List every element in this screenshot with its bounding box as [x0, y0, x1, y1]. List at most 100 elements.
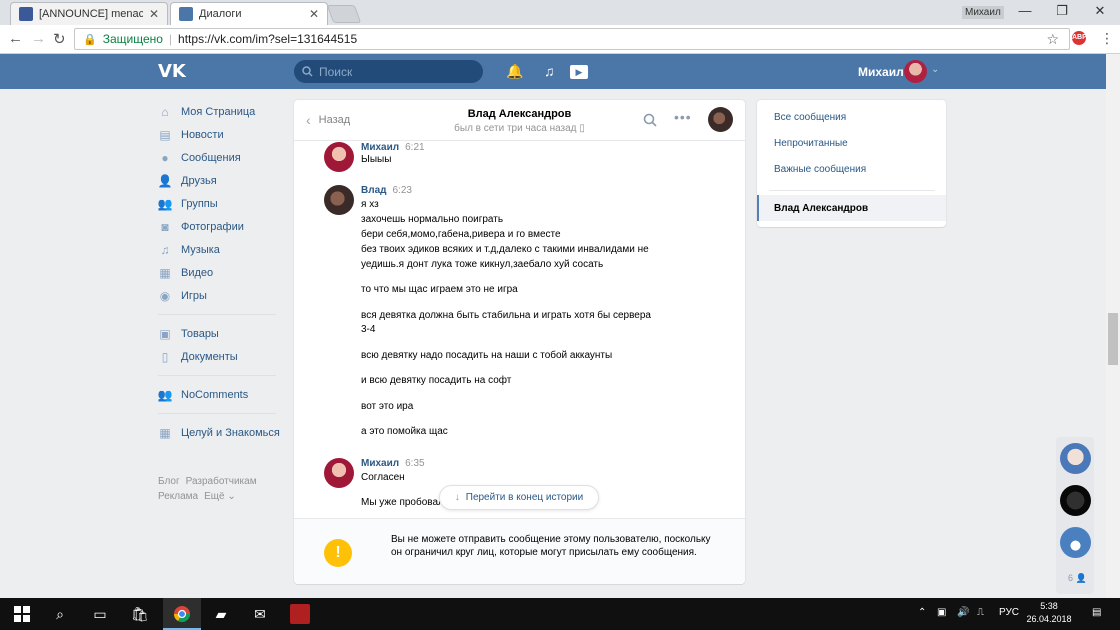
adblock-extension-icon[interactable]: ABP: [1072, 31, 1087, 45]
tray-app-icon[interactable]: ▣: [937, 607, 946, 618]
nav-label: Товары: [181, 327, 219, 340]
footer-link-more[interactable]: Ещё ⌄: [204, 491, 236, 502]
url-text[interactable]: https://vk.com/im?sel=131644515: [178, 32, 357, 46]
windows-start-icon[interactable]: [12, 604, 32, 624]
close-tab-icon[interactable]: ✕: [149, 7, 159, 21]
message-text: вся девятка должна быть стабильна и игра…: [361, 310, 651, 321]
forward-arrow-icon[interactable]: →: [31, 30, 46, 47]
search-icon[interactable]: ⌕: [50, 604, 70, 624]
notifications-center-icon[interactable]: ▤: [1092, 607, 1101, 618]
back-arrow-icon[interactable]: ←: [8, 30, 23, 47]
new-tab-button[interactable]: [326, 5, 362, 23]
header-avatar[interactable]: [904, 60, 927, 83]
more-actions-icon[interactable]: •••: [674, 109, 692, 125]
dialog-header: ‹ Назад Влад Александров был в сети три …: [294, 100, 745, 141]
footer-link-ads[interactable]: Реклама: [158, 491, 198, 502]
scrollbar-thumb[interactable]: [1108, 313, 1118, 365]
nav-item-music[interactable]: ♫ Музыка: [158, 238, 288, 261]
search-icon: [302, 66, 313, 77]
clock-date: 26.04.2018: [1026, 614, 1072, 624]
nav-item-docs[interactable]: ▯ Документы: [158, 345, 288, 368]
peer-avatar[interactable]: [708, 107, 733, 132]
nav-item-messages[interactable]: ● Сообщения: [158, 146, 288, 169]
more-chats-count[interactable]: 6 👤: [1068, 573, 1087, 584]
system-clock[interactable]: 5:38 26.04.2018: [1026, 600, 1072, 626]
message-time[interactable]: 6:21: [405, 142, 424, 153]
message-text: захочешь нормально поиграть: [361, 214, 504, 225]
close-tab-icon[interactable]: ✕: [309, 7, 319, 21]
games-icon: ◉: [159, 288, 171, 303]
browser-menu-icon[interactable]: ⋮: [1100, 30, 1114, 47]
messages-icon: ●: [161, 150, 169, 165]
nav-item-app[interactable]: ▦ Целуй и Знакомься: [158, 421, 288, 444]
minimize-icon[interactable]: —: [1005, 3, 1045, 18]
chat-avatar[interactable]: [1060, 527, 1091, 558]
author-name[interactable]: Михаил: [361, 142, 399, 153]
vk-logo[interactable]: VK: [158, 61, 186, 82]
notifications-bell-icon[interactable]: 🔔: [506, 63, 523, 80]
nav-label: Музыка: [181, 243, 220, 256]
jump-to-end-button[interactable]: ↓ Перейти в конец истории: [439, 485, 599, 510]
nav-item-groups[interactable]: 👥 Группы: [158, 192, 288, 215]
chevron-down-icon[interactable]: ⌄: [931, 64, 939, 75]
message-text: то что мы щас играем это не игра: [361, 284, 518, 295]
nav-item-my-page[interactable]: ⌂ Моя Страница: [158, 100, 288, 123]
author-name[interactable]: Михаил: [361, 458, 399, 469]
tab-dialogs[interactable]: Диалоги ✕: [170, 2, 328, 25]
nav-item-news[interactable]: ▤ Новости: [158, 123, 288, 146]
footer-link-developers[interactable]: Разработчикам: [186, 476, 257, 487]
bookmark-star-icon[interactable]: ☆: [1046, 31, 1059, 48]
nav-item-nocomments[interactable]: 👥 NoComments: [158, 383, 288, 406]
avatar[interactable]: [324, 458, 354, 488]
reload-icon[interactable]: ↻: [53, 30, 66, 48]
dota2-icon[interactable]: [290, 604, 310, 624]
restore-icon[interactable]: ❐: [1042, 3, 1082, 19]
nav-item-video[interactable]: ▦ Видео: [158, 261, 288, 284]
photo-icon: ◙: [161, 219, 169, 234]
message-author[interactable]: Михаил 6:21: [361, 142, 425, 153]
filter-unread[interactable]: Непрочитанные: [774, 138, 848, 149]
nav-item-friends[interactable]: 👤 Друзья: [158, 169, 288, 192]
message-history[interactable]: Михаил 6:21 Ыыыы Влад 6:23 я хз захочешь н…: [294, 142, 745, 518]
nav-item-photos[interactable]: ◙ Фотографии: [158, 215, 288, 238]
chat-avatar[interactable]: [1060, 485, 1091, 516]
notes-app-icon[interactable]: ▰: [211, 604, 231, 624]
avatar[interactable]: [324, 185, 354, 215]
message-time[interactable]: 6:23: [392, 185, 411, 196]
footer-link-blog[interactable]: Блог: [158, 476, 180, 487]
quick-chats-stack: 6 👤: [1056, 437, 1094, 594]
video-icon: ▦: [159, 265, 171, 280]
message-time[interactable]: 6:35: [405, 458, 424, 469]
close-window-icon[interactable]: ✕: [1080, 3, 1120, 19]
chat-avatar[interactable]: [1060, 443, 1091, 474]
nav-item-games[interactable]: ◉ Игры: [158, 284, 288, 307]
play-video-icon[interactable]: ▶: [570, 65, 588, 79]
tab-announce[interactable]: [ANNOUNCE] menace 9 ✕: [10, 2, 168, 25]
task-view-icon[interactable]: ▭: [90, 604, 110, 624]
message-text: Согласен: [361, 472, 405, 483]
network-icon[interactable]: ⎍: [977, 607, 984, 618]
music-note-icon[interactable]: ♫: [544, 63, 555, 79]
avatar[interactable]: [324, 142, 354, 172]
filter-all-messages[interactable]: Все сообщения: [774, 112, 846, 123]
header-user-name[interactable]: Михаил: [858, 65, 904, 79]
search-icon[interactable]: [643, 113, 657, 127]
tab-title: [ANNOUNCE] menace 9: [39, 8, 143, 20]
nav-item-market[interactable]: ▣ Товары: [158, 322, 288, 345]
nav-divider: [158, 314, 276, 315]
volume-icon[interactable]: 🔊: [957, 607, 969, 618]
filter-important[interactable]: Важные сообщения: [774, 164, 866, 175]
author-name[interactable]: Влад: [361, 185, 386, 196]
search-input[interactable]: Поиск: [294, 60, 483, 83]
lock-icon: 🔒: [83, 33, 97, 46]
language-indicator[interactable]: РУС: [999, 607, 1019, 618]
tray-chevron-up-icon[interactable]: ⌃: [918, 607, 926, 618]
message-author[interactable]: Влад 6:23: [361, 185, 412, 196]
url-omnibox[interactable]: 🔒 Защищено | https://vk.com/im?sel=13164…: [74, 28, 1070, 50]
dialog-panel: ‹ Назад Влад Александров был в сети три …: [294, 100, 745, 584]
message-author[interactable]: Михаил 6:35: [361, 458, 425, 469]
mail-icon[interactable]: ✉: [250, 604, 270, 624]
chrome-icon[interactable]: [172, 604, 192, 624]
store-icon[interactable]: 🛍: [130, 604, 150, 624]
active-dialog-item[interactable]: Влад Александров: [757, 195, 946, 221]
